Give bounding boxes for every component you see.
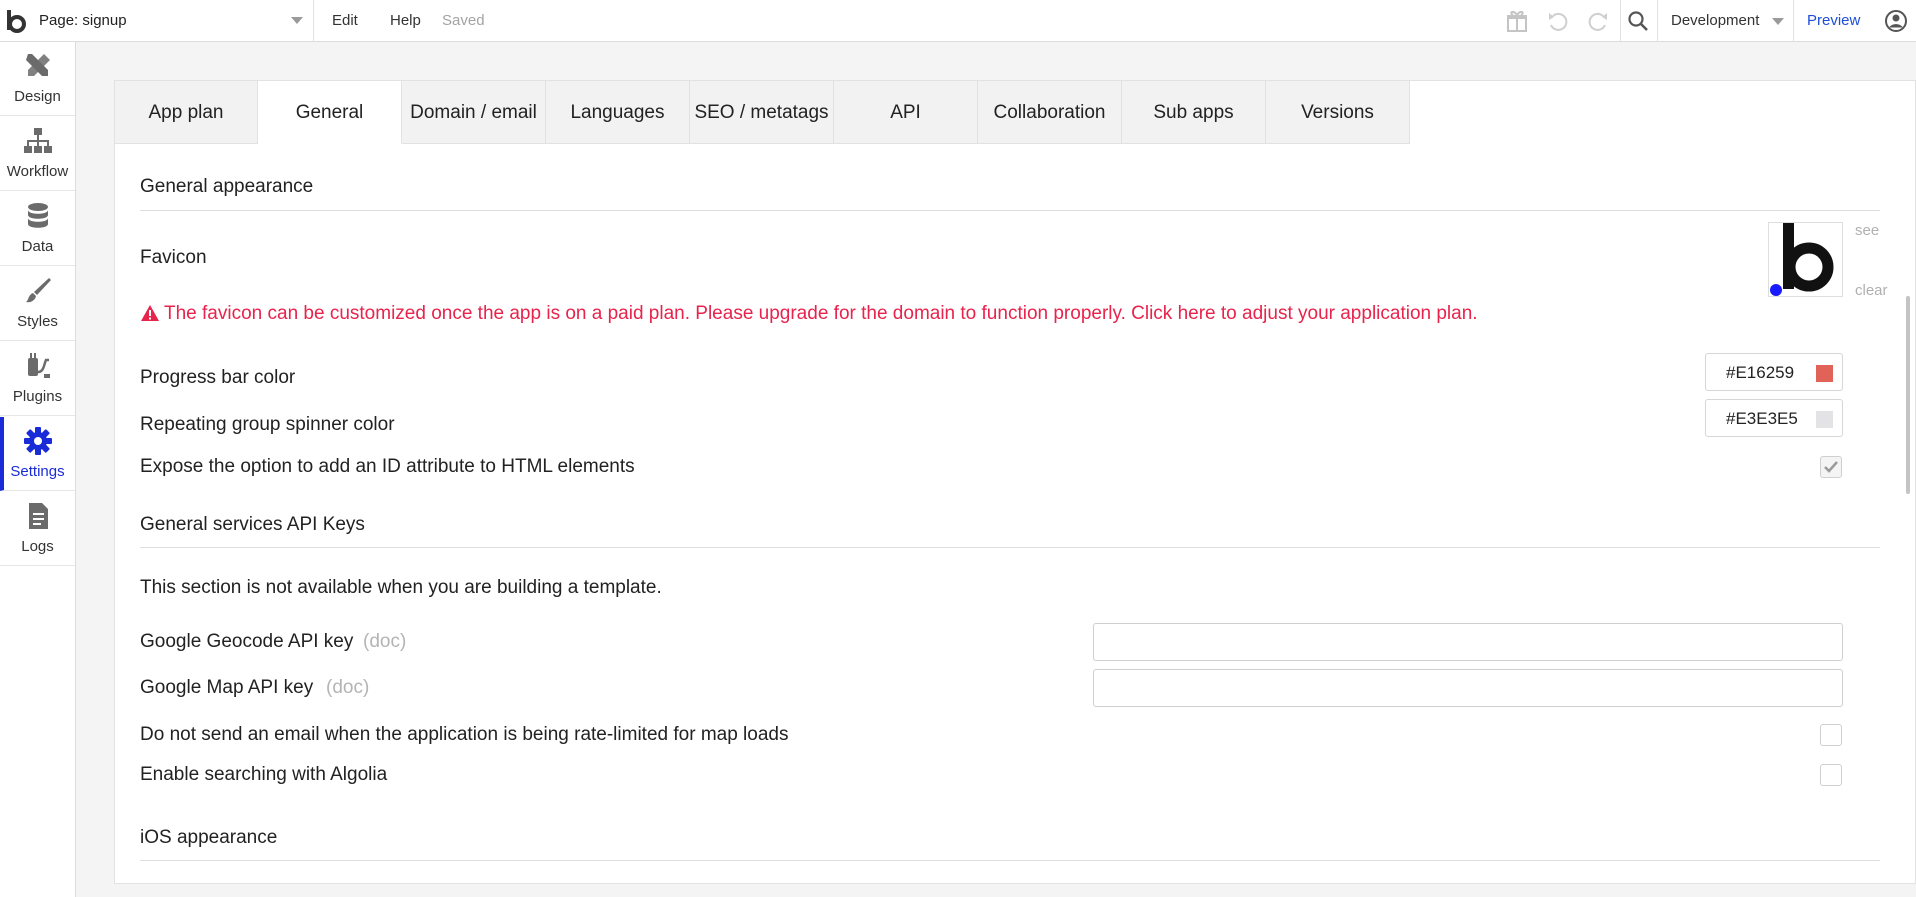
tab-api[interactable]: API (834, 80, 978, 144)
checkmark-icon (1824, 461, 1838, 473)
sidebar-item-label: Design (14, 88, 61, 105)
page-selector-label: Page: signup (39, 12, 127, 29)
map-api-key-input[interactable] (1093, 669, 1843, 707)
map-api-key-label: Google Map API key (140, 677, 314, 698)
geocode-doc-link[interactable]: (doc) (363, 631, 406, 653)
color-swatch (1816, 365, 1833, 382)
sidebar-item-label: Data (21, 238, 54, 255)
geocode-api-key-input[interactable] (1093, 623, 1843, 661)
sidebar-item-plugins[interactable]: Plugins (0, 342, 75, 416)
plugin-plug-icon (28, 353, 50, 378)
tab-collaboration[interactable]: Collaboration (978, 80, 1122, 144)
sidebar-item-label: Logs (21, 538, 54, 555)
sidebar-item-settings[interactable]: Settings (0, 417, 75, 491)
map-doc-link[interactable]: (doc) (326, 677, 369, 699)
tab-general[interactable]: General (258, 80, 402, 144)
favicon-clear-link[interactable]: clear (1855, 282, 1888, 299)
tab-seo-metatags[interactable]: SEO / metatags (690, 80, 834, 144)
toolbar-divider (1793, 0, 1794, 41)
paintbrush-icon (26, 278, 51, 303)
gift-icon[interactable] (1504, 8, 1530, 34)
sidebar-item-label: Plugins (12, 388, 63, 405)
sidebar-item-label: Settings (10, 463, 65, 480)
section-divider (140, 860, 1880, 861)
chevron-down-icon (1772, 18, 1784, 25)
toolbar-divider (1620, 0, 1621, 41)
workflow-tree-icon (24, 128, 52, 153)
sidebar-item-workflow[interactable]: Workflow (0, 117, 75, 191)
sidebar-item-label: Workflow (6, 163, 69, 180)
spinner-color-label: Repeating group spinner color (140, 414, 395, 435)
rate-limit-email-label: Do not send an email when the applicatio… (140, 724, 789, 745)
chevron-down-icon (291, 17, 303, 24)
bubble-logo-icon[interactable] (2, 6, 32, 36)
design-tools-icon (26, 54, 50, 76)
sidebar-item-data[interactable]: Data (0, 192, 75, 266)
page-selector[interactable]: Page: signup (36, 0, 314, 41)
warning-icon (141, 305, 159, 321)
template-notice: This section is not available when you a… (140, 577, 662, 598)
tab-app-plan[interactable]: App plan (114, 80, 258, 144)
edit-menu[interactable]: Edit (332, 12, 358, 29)
algolia-search-checkbox[interactable] (1820, 764, 1842, 786)
section-divider (140, 210, 1880, 211)
help-menu[interactable]: Help (390, 12, 421, 29)
section-divider (140, 547, 1880, 548)
tab-sub-apps[interactable]: Sub apps (1122, 80, 1266, 144)
undo-icon[interactable] (1545, 8, 1571, 34)
algolia-search-label: Enable searching with Algolia (140, 764, 388, 785)
section-title-api-keys: General services API Keys (140, 514, 365, 535)
environment-selector[interactable]: Development (1671, 12, 1759, 29)
gear-icon (24, 427, 52, 455)
panel-scrollbar[interactable] (1906, 296, 1910, 494)
favicon-upgrade-warning[interactable]: The favicon can be customized once the a… (164, 303, 1478, 325)
save-status: Saved (442, 12, 485, 29)
left-sidebar: Design Workflow Data Styles Plugins Sett… (0, 42, 76, 897)
tab-languages[interactable]: Languages (546, 80, 690, 144)
id-attribute-checkbox[interactable] (1820, 456, 1842, 478)
document-icon (29, 503, 48, 529)
sidebar-item-label: Styles (17, 313, 58, 330)
user-account-icon[interactable] (1883, 8, 1909, 34)
preview-link[interactable]: Preview (1807, 12, 1860, 29)
favicon-see-link[interactable]: see (1855, 222, 1879, 239)
favicon-label: Favicon (140, 247, 207, 268)
geocode-api-key-label: Google Geocode API key (140, 631, 354, 652)
id-attribute-label: Expose the option to add an ID attribute… (140, 456, 635, 477)
color-swatch (1816, 411, 1833, 428)
redo-icon[interactable] (1585, 8, 1611, 34)
sidebar-item-logs[interactable]: Logs (0, 492, 75, 566)
section-title-ios-appearance: iOS appearance (140, 827, 278, 848)
progress-bar-color-label: Progress bar color (140, 367, 296, 388)
tab-domain-email[interactable]: Domain / email (402, 80, 546, 144)
bubble-favicon-image (1770, 223, 1834, 296)
color-value: #E3E3E5 (1726, 409, 1798, 428)
toolbar-divider (1657, 0, 1658, 41)
sidebar-item-styles[interactable]: Styles (0, 267, 75, 341)
color-value: #E16259 (1726, 363, 1795, 382)
spinner-color-picker[interactable]: #E3E3E5 (1705, 399, 1843, 437)
section-title-general-appearance: General appearance (140, 176, 314, 197)
search-icon[interactable] (1625, 8, 1651, 34)
rate-limit-email-checkbox[interactable] (1820, 724, 1842, 746)
sidebar-item-design[interactable]: Design (0, 42, 75, 116)
tab-versions[interactable]: Versions (1266, 80, 1410, 144)
top-bar: Page: signup Edit Help Saved Development… (0, 0, 1916, 42)
favicon-preview[interactable] (1768, 222, 1843, 297)
progress-bar-color-picker[interactable]: #E16259 (1705, 353, 1843, 391)
database-icon (28, 203, 48, 228)
